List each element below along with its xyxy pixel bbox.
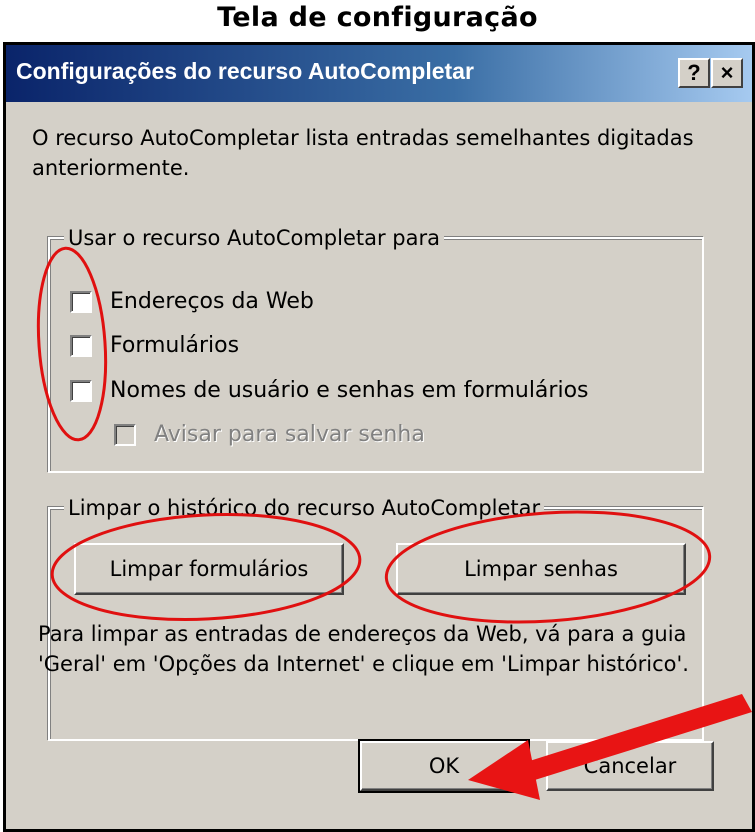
web-addresses-label[interactable]: Endereços da Web xyxy=(110,289,314,314)
option-forms[interactable]: Formulários xyxy=(70,333,239,358)
ok-button[interactable]: OK xyxy=(358,739,530,793)
option-usernames-passwords[interactable]: Nomes de usuário e senhas em formulários xyxy=(70,378,589,403)
clear-passwords-button[interactable]: Limpar senhas xyxy=(396,543,686,595)
dialog-titlebar[interactable]: Configurações do recurso AutoCompletar ?… xyxy=(6,45,752,102)
clear-group-legend: Limpar o histórico do recurso AutoComple… xyxy=(64,495,545,521)
forms-label[interactable]: Formulários xyxy=(110,333,239,358)
cancel-button[interactable]: Cancelar xyxy=(546,741,714,791)
usernames-passwords-checkbox[interactable] xyxy=(70,379,92,402)
dialog-description: O recurso AutoCompletar lista entradas s… xyxy=(32,126,694,180)
use-group-legend: Usar o recurso AutoCompletar para xyxy=(64,225,444,251)
web-addresses-checkbox[interactable] xyxy=(70,290,92,313)
option-web-addresses[interactable]: Endereços da Web xyxy=(70,289,314,314)
use-autocomplete-group: Usar o recurso AutoCompletar para Endere… xyxy=(48,225,704,473)
prompt-save-password-checkbox xyxy=(114,423,136,446)
usernames-passwords-label[interactable]: Nomes de usuário e senhas em formulários xyxy=(110,378,589,403)
option-prompt-save-password: Avisar para salvar senha xyxy=(114,422,425,447)
help-button[interactable]: ? xyxy=(678,58,710,88)
autocomplete-settings-dialog: Configurações do recurso AutoCompletar ?… xyxy=(3,42,755,832)
dialog-title: Configurações do recurso AutoCompletar xyxy=(16,58,474,84)
forms-checkbox[interactable] xyxy=(70,334,92,357)
close-button[interactable]: × xyxy=(711,58,743,88)
prompt-save-password-label: Avisar para salvar senha xyxy=(154,422,425,447)
page-title: Tela de configuração xyxy=(217,2,538,33)
clear-forms-button[interactable]: Limpar formulários xyxy=(74,543,344,595)
clear-history-note: Para limpar as entradas de endereços da … xyxy=(38,622,689,676)
